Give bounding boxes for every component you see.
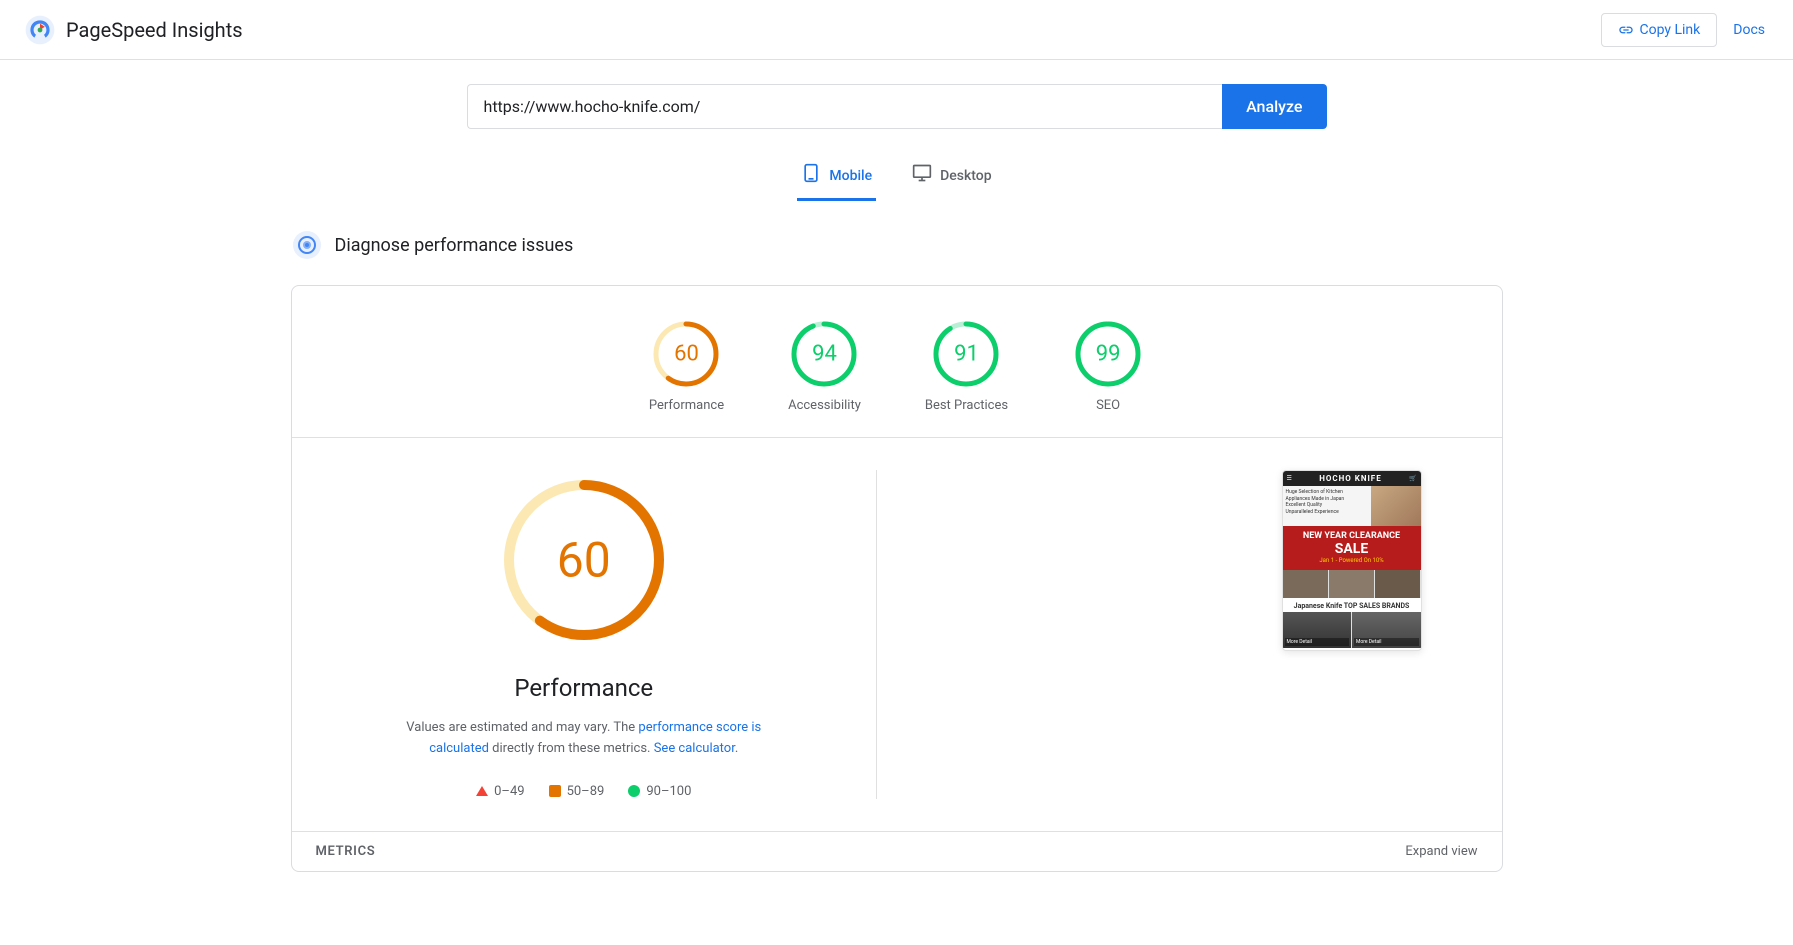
score-performance[interactable]: 60 Performance bbox=[649, 318, 724, 413]
fail-range: 0–49 bbox=[494, 784, 524, 799]
expand-view-button[interactable]: Expand view bbox=[1405, 844, 1477, 859]
preview-hero-text: Huge Selection of KitchenAppliances Made… bbox=[1286, 489, 1368, 515]
preview-hero: Huge Selection of KitchenAppliances Made… bbox=[1283, 486, 1421, 526]
metrics-label: METRICS bbox=[316, 844, 376, 859]
pass-range: 90–100 bbox=[646, 784, 691, 799]
preview-bottom-item-1: More Detail bbox=[1283, 612, 1352, 648]
mobile-preview: ☰ HOCHO KNIFE 🛒 Huge Selection of Kitche… bbox=[1282, 470, 1422, 651]
score-circle-best-practices: 91 bbox=[930, 318, 1002, 390]
pass-icon bbox=[628, 785, 640, 797]
tab-mobile[interactable]: Mobile bbox=[797, 153, 876, 201]
legend-average: 50–89 bbox=[549, 784, 605, 799]
app-title: PageSpeed Insights bbox=[66, 18, 243, 42]
preview-sale-text2: SALE bbox=[1287, 542, 1417, 557]
preview-product-grid bbox=[1283, 570, 1421, 598]
vertical-divider bbox=[876, 470, 877, 799]
score-circle-accessibility: 94 bbox=[788, 318, 860, 390]
preview-menu-icon: ☰ bbox=[1287, 475, 1292, 482]
preview-sale-sub: Jan 1 - Powered On 10% bbox=[1287, 557, 1417, 564]
url-input[interactable] bbox=[467, 84, 1223, 129]
scores-row: 60 Performance 94 Accessibility bbox=[292, 286, 1502, 438]
score-value-seo: 99 bbox=[1096, 342, 1121, 367]
score-accessibility[interactable]: 94 Accessibility bbox=[788, 318, 861, 413]
fail-icon bbox=[476, 786, 488, 796]
score-value-performance: 60 bbox=[674, 342, 699, 367]
preview-item-label-2: More Detail bbox=[1354, 638, 1419, 646]
legend: 0–49 50–89 90–100 bbox=[476, 784, 691, 799]
tab-mobile-label: Mobile bbox=[829, 168, 872, 184]
preview-top-bar: ☰ HOCHO KNIFE 🛒 bbox=[1283, 471, 1421, 486]
see-calculator-link[interactable]: See calculator bbox=[654, 741, 735, 756]
preview-cart-icon: 🛒 bbox=[1409, 475, 1416, 482]
score-value-best-practices: 91 bbox=[954, 342, 979, 367]
legend-fail: 0–49 bbox=[476, 784, 524, 799]
perf-right: ☰ HOCHO KNIFE 🛒 Huge Selection of Kitche… bbox=[917, 470, 1462, 651]
legend-pass: 90–100 bbox=[628, 784, 691, 799]
average-icon bbox=[549, 785, 561, 797]
preview-sale-banner: NEW YEAR CLEARANCE SALE Jan 1 - Powered … bbox=[1283, 526, 1421, 570]
diagnose-title: Diagnose performance issues bbox=[335, 235, 574, 256]
average-range: 50–89 bbox=[567, 784, 605, 799]
score-circle-performance: 60 bbox=[650, 318, 722, 390]
tab-desktop-label: Desktop bbox=[940, 168, 991, 184]
score-label-seo: SEO bbox=[1096, 398, 1120, 413]
header: PageSpeed Insights Copy Link Docs bbox=[0, 0, 1793, 60]
score-circle-seo: 99 bbox=[1072, 318, 1144, 390]
copy-link-label: Copy Link bbox=[1640, 22, 1701, 38]
preview-bottom-item-2: More Detail bbox=[1352, 612, 1421, 648]
diagnose-icon bbox=[291, 229, 323, 261]
metrics-footer: METRICS Expand view bbox=[292, 831, 1502, 871]
perf-section: 60 Performance Values are estimated and … bbox=[292, 438, 1502, 831]
perf-description: Values are estimated and may vary. The p… bbox=[394, 718, 774, 760]
diagnose-section: Diagnose performance issues bbox=[291, 229, 1503, 261]
preview-site-name: HOCHO KNIFE bbox=[1319, 474, 1382, 483]
preview-grid-item-1 bbox=[1283, 570, 1328, 598]
score-seo[interactable]: 99 SEO bbox=[1072, 318, 1144, 413]
url-section: Analyze bbox=[291, 84, 1503, 129]
preview-hero-left: Huge Selection of KitchenAppliances Made… bbox=[1283, 486, 1371, 526]
tab-desktop[interactable]: Desktop bbox=[908, 153, 995, 201]
main-content: Analyze Mobile Desktop bbox=[267, 60, 1527, 896]
score-value-accessibility: 94 bbox=[812, 342, 837, 367]
score-label-performance: Performance bbox=[649, 398, 724, 413]
pagespeed-logo bbox=[24, 14, 56, 46]
score-best-practices[interactable]: 91 Best Practices bbox=[925, 318, 1008, 413]
score-label-accessibility: Accessibility bbox=[788, 398, 861, 413]
score-label-best-practices: Best Practices bbox=[925, 398, 1008, 413]
analyze-button[interactable]: Analyze bbox=[1222, 84, 1326, 129]
mobile-icon bbox=[801, 163, 821, 188]
big-score-value: 60 bbox=[557, 532, 611, 589]
preview-bottom-grid: More Detail More Detail bbox=[1283, 612, 1421, 648]
perf-title: Performance bbox=[514, 674, 653, 702]
preview-hero-image bbox=[1371, 486, 1421, 526]
big-score-circle: 60 bbox=[494, 470, 674, 650]
desktop-icon bbox=[912, 163, 932, 188]
perf-left: 60 Performance Values are estimated and … bbox=[332, 470, 837, 799]
docs-button[interactable]: Docs bbox=[1729, 14, 1769, 46]
link-icon bbox=[1618, 22, 1634, 38]
tabs-section: Mobile Desktop bbox=[291, 153, 1503, 201]
url-form: Analyze bbox=[467, 84, 1327, 129]
preview-item-label-1: More Detail bbox=[1285, 638, 1350, 646]
preview-section-title: Japanese Knife TOP SALES BRANDS bbox=[1283, 598, 1421, 612]
copy-link-button[interactable]: Copy Link bbox=[1601, 13, 1718, 47]
header-right: Copy Link Docs bbox=[1601, 13, 1770, 47]
preview-grid-item-3 bbox=[1375, 570, 1420, 598]
header-left: PageSpeed Insights bbox=[24, 14, 243, 46]
preview-grid-item-2 bbox=[1329, 570, 1374, 598]
results-card: 60 Performance 94 Accessibility bbox=[291, 285, 1503, 872]
